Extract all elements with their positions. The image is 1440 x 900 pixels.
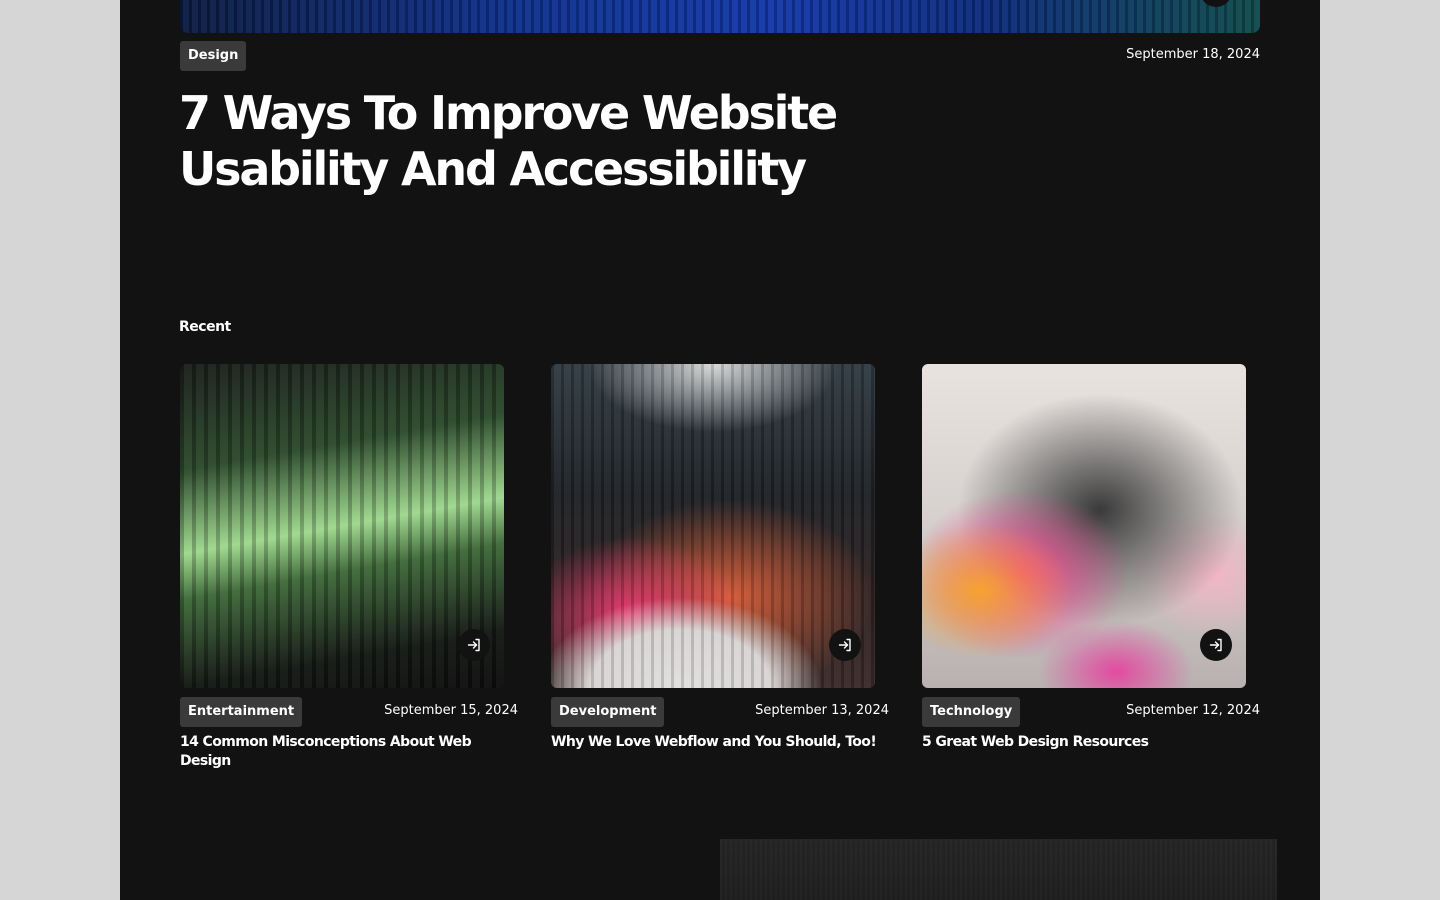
- featured-post-image[interactable]: [180, 0, 1260, 33]
- recent-section-heading: Recent: [179, 319, 231, 335]
- post-title[interactable]: 14 Common Misconceptions About Web Desig…: [180, 733, 510, 771]
- enter-arrow-icon[interactable]: [1200, 629, 1232, 661]
- post-category-tag[interactable]: Technology: [922, 697, 1021, 727]
- post-category-tag[interactable]: Development: [551, 697, 665, 727]
- post-title[interactable]: 5 Great Web Design Resources: [922, 733, 1252, 752]
- enter-arrow-icon[interactable]: [829, 629, 861, 661]
- post-title[interactable]: Why We Love Webflow and You Should, Too!: [551, 733, 881, 752]
- featured-open-button[interactable]: [1200, 0, 1232, 7]
- post-card-image[interactable]: [180, 364, 504, 688]
- post-date: September 12, 2024: [1126, 703, 1260, 718]
- next-section-image[interactable]: [720, 839, 1277, 900]
- post-card-image[interactable]: [922, 364, 1246, 688]
- post-date: September 15, 2024: [384, 703, 518, 718]
- post-card-image[interactable]: [551, 364, 875, 688]
- post-date: September 13, 2024: [755, 703, 889, 718]
- blog-page: Design September 18, 2024 7 Ways To Impr…: [120, 0, 1320, 900]
- featured-category-tag[interactable]: Design: [180, 41, 247, 71]
- post-category-tag[interactable]: Entertainment: [180, 697, 303, 727]
- enter-arrow-icon[interactable]: [458, 629, 490, 661]
- featured-post-title[interactable]: 7 Ways To Improve Website Usability And …: [179, 85, 939, 197]
- featured-date: September 18, 2024: [1126, 47, 1260, 62]
